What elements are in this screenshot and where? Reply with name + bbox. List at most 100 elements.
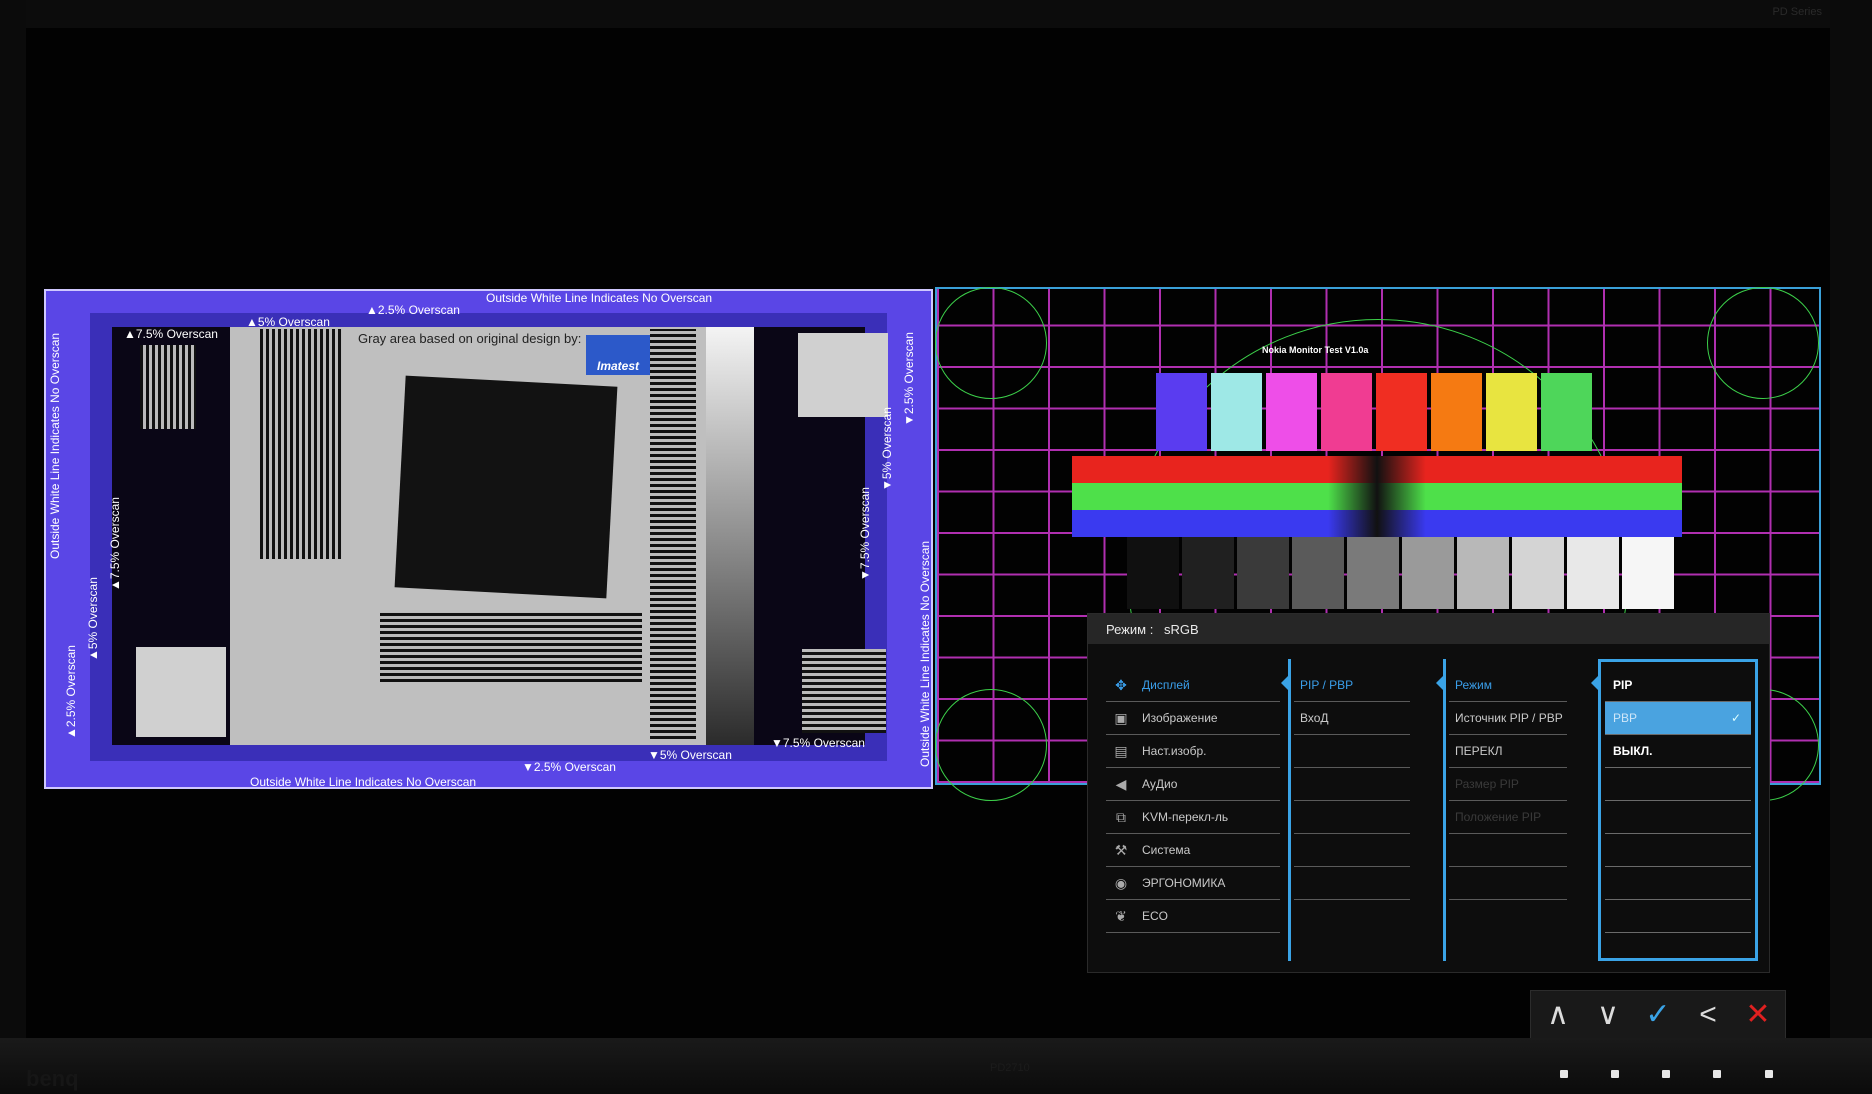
monitor-bezel-top [0,0,1872,28]
speaker-icon: ◀ [1115,776,1127,792]
monitor-bezel-bottom [0,1038,1872,1094]
option-label: PIP [1613,678,1633,692]
monitor-bezel-left [0,0,26,1094]
no-overscan-top-label: Outside White Line Indicates No Overscan [486,291,713,305]
main-menu-column: ✥ Дисплей ▣ Изображение ▤ Наст.изобр. ◀ АуДио ⧉ K… [1106,669,1280,933]
menu-item-6[interactable]: ◉ ЭРГОНОМИКА [1106,867,1280,900]
menu-item-label: Наст.изобр. [1142,744,1207,758]
submenu2-item[interactable]: Размер PIP [1449,768,1567,801]
horizontal-line-pattern [802,649,886,733]
monitor-bezel-right [1830,0,1872,1094]
menu-item-3[interactable]: ◀ АуДио [1106,768,1280,801]
option-item[interactable]: PBP ✓ [1605,702,1751,735]
menu-pointer-3 [1591,676,1598,690]
osd-menu: Режим : sRGB ✥ Дисплей ▣ Изображение ▤ Наст.и… [1087,613,1770,973]
submenu2-item[interactable]: ПЕРЕКЛ [1449,735,1567,768]
option-item[interactable]: PIP [1605,669,1751,702]
overscan-7-5-bottom: ▼7.5% Overscan [771,736,865,750]
dark-square-target [394,375,618,599]
submenu2-empty-row [1449,867,1567,900]
option-empty-row [1605,801,1751,834]
leaf-icon: ❦ [1115,908,1127,924]
overscan-2-5-left: ▲2.5% Overscan [64,645,78,739]
confirm-button[interactable]: ✓ [1633,991,1683,1039]
overscan-7-5-right: ▼7.5% Overscan [858,487,872,581]
overscan-7-5-top: ▲7.5% Overscan [124,327,218,341]
overscan-5-left: ▲5% Overscan [86,577,100,661]
submenu1-item[interactable]: PIP / PBP [1294,669,1410,702]
up-button[interactable]: ∧ [1533,991,1583,1039]
down-button[interactable]: ∨ [1583,991,1633,1039]
overscan-7-5-left: ▲7.5% Overscan [108,497,122,591]
option-panel: PIP PBP ✓ ВЫКЛ. [1598,659,1758,961]
submenu2-item[interactable]: Положение PIP [1449,801,1567,834]
overscan-test-pattern: Outside White Line Indicates No Overscan… [44,289,933,789]
menu-pointer-1 [1281,676,1288,690]
check-icon: ✓ [1730,711,1741,725]
hardware-button-4[interactable] [1713,1070,1721,1078]
no-overscan-right-label: Outside White Line Indicates No Overscan [918,540,932,767]
hardware-button-5[interactable] [1765,1070,1773,1078]
picture-icon: ▣ [1114,710,1128,726]
submenu1-item[interactable]: ВхоД [1294,702,1410,735]
hardware-button-3[interactable] [1662,1070,1670,1078]
gray-step [1567,537,1619,609]
color-band [1072,510,1682,537]
color-swatch [1156,373,1207,451]
wrench-icon: ⚒ [1114,842,1128,858]
color-swatch [1431,373,1482,451]
menu-item-label: ЭРГОНОМИКА [1142,876,1226,890]
model-label: PD2710 [990,1062,1030,1074]
mode-label: Режим : [1106,622,1154,637]
menu-item-1[interactable]: ▣ Изображение [1106,702,1280,735]
overscan-2-5-top: ▲2.5% Overscan [366,303,460,317]
menu-item-label: Система [1142,843,1191,857]
option-empty-row [1605,768,1751,801]
menu-item-label: KVM-перекл-ль [1142,810,1229,824]
submenu2-item[interactable]: Режим [1449,669,1567,702]
color-swatch [1486,373,1537,451]
line-ladder [650,329,696,739]
submenu1-empty-row [1294,867,1410,900]
brand-logo: benq [26,1066,79,1091]
menu-divider-2 [1443,659,1446,961]
option-list: PIP PBP ✓ ВЫКЛ. [1605,669,1751,933]
back-button[interactable]: < [1683,991,1733,1039]
gray-area-credit: Gray area based on original design by: [358,331,582,346]
option-label: ВЫКЛ. [1613,744,1653,758]
menu-item-0[interactable]: ✥ Дисплей [1106,669,1280,702]
color-band [1072,456,1682,483]
option-label: PBP [1613,711,1638,725]
menu-item-7[interactable]: ❦ ECO [1106,900,1280,933]
submenu2-empty-row [1449,834,1567,867]
corner-circle-bottom-left [935,689,1047,801]
menu-pointer-2 [1436,676,1443,690]
overscan-5-top: ▲5% Overscan [246,315,330,329]
menu-item-2[interactable]: ▤ Наст.изобр. [1106,735,1280,768]
submenu2-item[interactable]: Источник PIP / PBP [1449,702,1567,735]
option-empty-row [1605,867,1751,900]
close-button[interactable]: ✕ [1733,991,1783,1039]
color-swatch [1266,373,1317,451]
submenu1-empty-row [1294,834,1410,867]
avs-test-block-right [798,333,888,417]
overscan-5-bottom: ▼5% Overscan [648,748,732,762]
option-empty-row [1605,900,1751,933]
no-overscan-bottom-label: Outside White Line Indicates No Overscan [250,775,477,789]
gray-step [1402,537,1454,609]
mode-value: sRGB [1164,622,1199,637]
osd-header: Режим : sRGB [1088,614,1769,644]
menu-divider-1 [1288,659,1291,961]
move-icon: ✥ [1115,677,1127,693]
gray-step [1622,537,1674,609]
option-item[interactable]: ВЫКЛ. [1605,735,1751,768]
series-label: PD Series [1772,6,1822,18]
hardware-button-1[interactable] [1560,1070,1568,1078]
hardware-button-2[interactable] [1611,1070,1619,1078]
menu-item-4[interactable]: ⧉ KVM-перекл-ль [1106,801,1280,834]
eye-icon: ◉ [1114,875,1128,891]
menu-item-5[interactable]: ⚒ Система [1106,834,1280,867]
overscan-5-right: ▼5% Overscan [880,407,894,491]
picture-settings-icon: ▤ [1114,743,1128,759]
corner-circle-top-left [935,287,1047,399]
